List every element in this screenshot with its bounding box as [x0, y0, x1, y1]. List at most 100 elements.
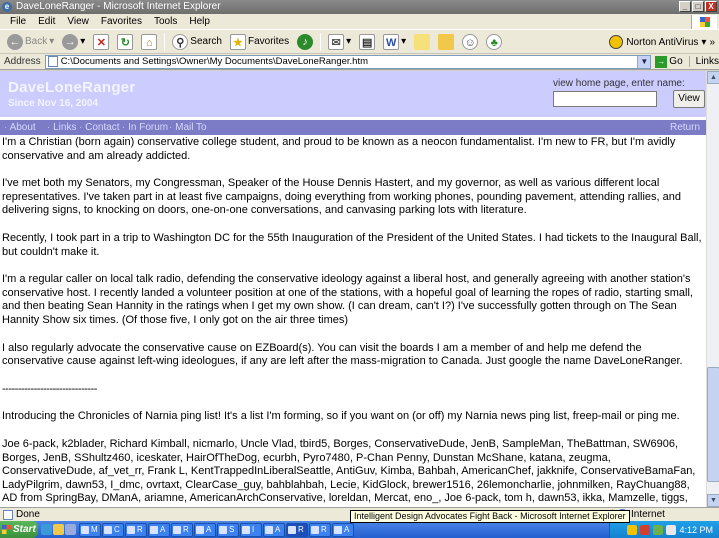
ping-list: Joe 6-pack, k2blader, Richard Kimball, n… [2, 437, 696, 507]
messenger-button[interactable]: ☺ [459, 31, 481, 53]
desktop-quicklaunch-icon[interactable] [65, 524, 76, 535]
stop-button[interactable]: ✕ [90, 31, 112, 53]
nav-about[interactable]: · About [4, 120, 36, 135]
edit-button[interactable]: W ▾ [380, 31, 409, 53]
chevron-down-icon[interactable]: ▼ [637, 55, 651, 68]
page-viewport: DaveLoneRanger Since Nov 16, 2004 view h… [0, 71, 706, 507]
scroll-up-icon[interactable]: ▲ [707, 71, 719, 84]
profile-content: I'm a Christian (born again) conservativ… [2, 136, 704, 507]
taskbar-item[interactable]: M [79, 522, 101, 537]
address-input[interactable]: C:\Documents and Settings\Owner\My Docum… [44, 54, 652, 69]
go-arrow-icon: → [655, 55, 668, 68]
nav-links-label: Links [53, 122, 77, 133]
menu-edit[interactable]: Edit [32, 16, 61, 27]
taskbar-item[interactable]: R [125, 522, 147, 537]
bio-paragraph: I'm a regular caller on local talk radio… [2, 273, 693, 326]
people-icon: ♣ [486, 33, 503, 50]
back-button[interactable]: ← Back ▾ [4, 31, 57, 53]
taskbar-item[interactable]: C [102, 522, 124, 537]
nav-contact-label: Contact [85, 122, 120, 133]
view-home-input[interactable] [553, 91, 657, 107]
people-button[interactable]: ♣ [483, 31, 505, 53]
nav-return[interactable]: Return [670, 120, 700, 135]
mail-icon: ✉ [328, 33, 345, 50]
notes-button[interactable] [411, 31, 433, 53]
taskbar: Start M C R A R A S I A R R A 4:12 PM [0, 521, 719, 538]
network-tray-icon[interactable] [653, 524, 664, 535]
bio-paragraph: I've met both my Senators, my Congressma… [2, 177, 681, 217]
zone-label: Internet [631, 509, 665, 520]
scroll-down-icon[interactable]: ▼ [707, 494, 719, 507]
page-icon [3, 509, 13, 520]
clock[interactable]: 4:12 PM [679, 525, 713, 535]
norton-tray-icon[interactable] [627, 524, 638, 535]
windows-logo-icon [2, 525, 11, 534]
print-button[interactable]: ▤ [356, 31, 378, 53]
taskbar-item[interactable]: R [171, 522, 193, 537]
start-button[interactable]: Start [0, 521, 38, 538]
messenger-icon: ☺ [462, 33, 479, 50]
standard-toolbar: ← Back ▾ → ▾ ✕ ↻ ⌂ ⚲ Search ★ Favorites … [0, 30, 719, 54]
security-tray-icon[interactable] [640, 524, 651, 535]
address-bar: Address C:\Documents and Settings\Owner\… [0, 54, 719, 70]
profile-nav-bar: · About · Links · Contact · In Forum · M… [0, 120, 706, 135]
mail-button[interactable]: ✉ ▾ [325, 31, 354, 53]
go-button[interactable]: → Go [651, 55, 688, 68]
folder-quicklaunch-icon[interactable] [53, 524, 64, 535]
nav-in-forum[interactable]: · In Forum [122, 120, 168, 135]
ie-quicklaunch-icon[interactable] [41, 524, 52, 535]
taskbar-item[interactable]: A [332, 522, 354, 537]
taskbar-item[interactable]: I [240, 522, 262, 537]
taskbar-item[interactable]: R [309, 522, 331, 537]
forward-button[interactable]: → ▾ [59, 31, 88, 53]
refresh-button[interactable]: ↻ [114, 31, 136, 53]
taskbar-item[interactable]: S [217, 522, 239, 537]
nav-contact[interactable]: · Contact [79, 120, 120, 135]
address-value: C:\Documents and Settings\Owner\My Docum… [60, 56, 368, 67]
search-label: Search [190, 36, 222, 47]
chevron-down-icon: ▾ [49, 36, 55, 47]
links-button[interactable]: Links [688, 56, 719, 67]
nav-mail-to[interactable]: · Mail To [169, 120, 207, 135]
star-icon: ★ [229, 33, 246, 50]
bio-paragraph: Recently, I took part in a trip to Washi… [2, 231, 702, 258]
maximize-button[interactable]: □ [692, 1, 704, 12]
menu-help[interactable]: Help [183, 16, 216, 27]
word-icon: W [383, 33, 400, 50]
taskbar-item[interactable]: A [148, 522, 170, 537]
folder-button[interactable] [435, 31, 457, 53]
quick-launch [41, 524, 76, 535]
home-button[interactable]: ⌂ [138, 31, 160, 53]
bio-paragraph: I'm a Christian (born again) conservativ… [2, 136, 676, 162]
media-button[interactable]: ♪ [294, 31, 316, 53]
menu-file[interactable]: File [4, 16, 32, 27]
folder-icon [438, 33, 455, 50]
start-label: Start [13, 524, 36, 535]
view-button[interactable]: View [673, 90, 705, 108]
favorites-label: Favorites [247, 36, 290, 47]
minimize-button[interactable]: _ [679, 1, 691, 12]
taskbar-item[interactable]: A [194, 522, 216, 537]
menu-tools[interactable]: Tools [148, 16, 183, 27]
ie-logo-icon: e [2, 2, 12, 12]
home-icon: ⌂ [141, 33, 158, 50]
menu-view[interactable]: View [61, 16, 95, 27]
norton-antivirus-toolbar[interactable]: Norton AntiVirus ▾ » [609, 32, 715, 52]
volume-tray-icon[interactable] [666, 524, 677, 535]
chevron-down-icon: ▾ [346, 36, 352, 47]
separator-line: ------------------------------ [2, 382, 97, 395]
window-title-bar: e DaveLoneRanger - Microsoft Internet Ex… [0, 0, 719, 14]
toolbar-separator [320, 32, 322, 51]
taskbar-item[interactable]: A [263, 522, 285, 537]
printer-icon: ▤ [359, 33, 376, 50]
taskbar-item-active[interactable]: R [286, 522, 308, 537]
menu-favorites[interactable]: Favorites [95, 16, 148, 27]
favorites-button[interactable]: ★ Favorites [227, 31, 292, 53]
scroll-thumb[interactable] [707, 367, 719, 482]
vertical-scrollbar[interactable]: ▲ ▼ [706, 71, 719, 507]
close-button[interactable]: X [705, 1, 717, 12]
search-icon: ⚲ [172, 33, 189, 50]
status-text: Done [16, 509, 40, 520]
nav-links[interactable]: · Links [47, 120, 76, 135]
search-button[interactable]: ⚲ Search [169, 31, 225, 53]
